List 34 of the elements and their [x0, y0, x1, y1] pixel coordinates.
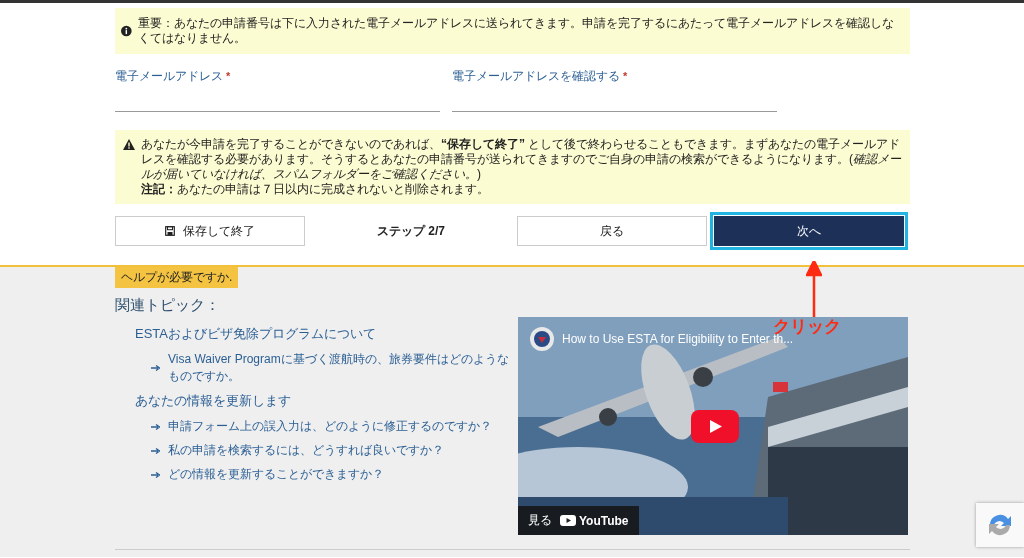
help-link[interactable]: 申請フォーム上の誤入力は、どのように修正するのですか？ [168, 418, 492, 435]
arrow-icon [151, 471, 160, 478]
arrow-icon [151, 447, 160, 454]
click-annotation: クリック [773, 316, 841, 336]
required-mark: * [226, 70, 231, 82]
step-indicator: ステップ 2/7 [376, 222, 446, 240]
help-link[interactable]: Visa Waiver Programに基づく渡航時の、旅券要件はどのようなものですか。 [168, 351, 518, 385]
back-button[interactable]: 戻る [517, 216, 707, 246]
play-icon[interactable] [691, 410, 739, 443]
youtube-label: YouTube [579, 513, 629, 528]
save-and-exit-button[interactable]: 保存して終了 [115, 216, 305, 246]
watch-on-youtube-bar[interactable]: 見る YouTube [518, 506, 639, 535]
info-text: 重要：あなたの申請番号は下に入力された電子メールアドレスに送られてきます。申請を完了するにあたって電子メールアドレスを確認しなくてはなりません。 [137, 16, 895, 46]
arrow-icon [151, 365, 160, 371]
watch-label: 見る [528, 512, 552, 529]
help-tag: ヘルプが必要ですか. [115, 267, 239, 288]
warning-icon [123, 139, 135, 150]
topic-heading: ESTAおよびビザ免除プログラムについて [135, 325, 377, 343]
next-button[interactable]: 次へ [714, 216, 904, 246]
field-label: 電子メールアドレスを確認する [452, 68, 620, 85]
related-topics-heading: 関連トピック： [115, 296, 221, 315]
warning-text: あなたが今申請を完了することができないのであれば、“保存して終了” として後で終わらせることもできます。まずあなたの電子メールアドレスを確認する必要があります。そうするとあなたの申請番号が送られてきますのでご自身の申請の検索ができるようになります。(確認メールが届いていなければ、スパムフォルダーをご確認ください。) [141, 137, 902, 182]
play-icon [560, 515, 576, 526]
note-text: 注記：あなたの申請は７日以内に完成されないと削除されます。 [141, 182, 490, 197]
help-link[interactable]: 私の申請を検索するには、どうすれば良いですか？ [168, 442, 444, 459]
field-label: 電子メールアドレス [115, 68, 223, 85]
recaptcha-badge[interactable] [976, 503, 1024, 547]
arrow-icon [151, 423, 160, 430]
annotation-arrow [806, 261, 822, 317]
topic-heading: あなたの情報を更新します [135, 392, 292, 410]
seal-icon [530, 327, 554, 351]
required-mark: * [623, 70, 628, 82]
info-icon [121, 25, 132, 37]
help-link[interactable]: どの情報を更新することができますか？ [168, 466, 384, 483]
